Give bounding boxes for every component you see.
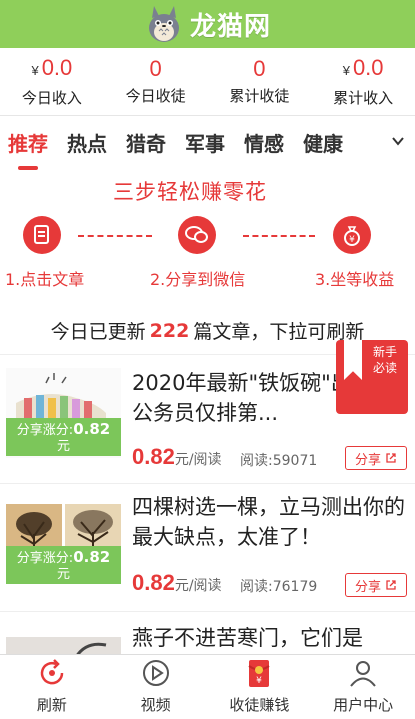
refresh-icon bbox=[35, 656, 69, 690]
nav-label: 收徒赚钱 bbox=[229, 696, 290, 714]
newbie-guide-label: 新手必读 bbox=[372, 345, 397, 375]
tab-curious[interactable]: 猎奇 bbox=[126, 116, 166, 172]
article-title[interactable]: 燕子不进苦寒门，它们是 bbox=[132, 623, 407, 653]
svg-text:¥: ¥ bbox=[349, 235, 355, 245]
document-icon bbox=[23, 216, 61, 254]
stat-total-apprentices[interactable]: 0 累计收徒 bbox=[208, 48, 312, 115]
article-item[interactable]: 分享涨分:0.82 元 四棵树选一棵，立马测出你的最大缺点，太准了！ 0.82元/… bbox=[0, 484, 415, 612]
stat-today-income[interactable]: ¥0.0 今日收入 bbox=[0, 48, 104, 115]
stat-total-income[interactable]: ¥0.0 累计收入 bbox=[311, 48, 415, 115]
article-price: 0.82元/阅读 bbox=[132, 444, 222, 470]
article-read-count: 阅读:76179 bbox=[240, 579, 318, 595]
money-bag-icon: ¥ bbox=[333, 216, 371, 254]
price-unit: 元/阅读 bbox=[174, 452, 222, 468]
tab-emotion[interactable]: 情感 bbox=[244, 116, 284, 172]
nav-label: 用户中心 bbox=[333, 696, 394, 714]
stat-label: 今日收入 bbox=[21, 88, 82, 107]
share-icon bbox=[386, 580, 396, 590]
stat-today-apprentices[interactable]: 0 今日收徒 bbox=[104, 48, 208, 115]
svg-text:¥: ¥ bbox=[257, 676, 263, 686]
article-read-count: 阅读:59071 bbox=[240, 453, 318, 469]
three-steps-promo: 三步轻松赚零花 ¥ 1.点击文章 2.分享到微信 3.坐等收益 bbox=[0, 172, 415, 307]
share-icon bbox=[386, 453, 396, 463]
category-tabs: 推荐 热点 猎奇 军事 情感 健康 bbox=[0, 116, 415, 172]
share-button-label: 分享 bbox=[354, 579, 381, 595]
step-3-label: 3.坐等收益 bbox=[315, 270, 395, 289]
nav-recruit-earn[interactable]: ¥ 收徒赚钱 bbox=[208, 655, 312, 719]
share-bonus-unit: 元 bbox=[56, 567, 70, 582]
stat-label: 累计收入 bbox=[333, 88, 394, 107]
nav-video[interactable]: 视频 bbox=[104, 655, 208, 719]
bookmark-icon bbox=[344, 340, 362, 380]
nav-refresh[interactable]: 刷新 bbox=[0, 655, 104, 719]
step-2-label: 2.分享到微信 bbox=[150, 270, 246, 289]
tab-military[interactable]: 军事 bbox=[185, 116, 225, 172]
currency-symbol: ¥ bbox=[342, 62, 350, 78]
share-button[interactable]: 分享 bbox=[345, 573, 407, 597]
stat-value: 0.0 bbox=[41, 54, 73, 80]
tab-health[interactable]: 健康 bbox=[303, 116, 343, 172]
price-unit: 元/阅读 bbox=[174, 578, 222, 594]
stat-label: 累计收徒 bbox=[229, 87, 290, 105]
red-envelope-icon: ¥ bbox=[242, 656, 276, 690]
bottom-navigation: 刷新 视频 ¥ 收徒赚钱 用户中心 bbox=[0, 654, 415, 719]
tab-recommended[interactable]: 推荐 bbox=[8, 116, 48, 172]
share-bonus-value: 0.82 bbox=[73, 548, 111, 566]
share-bonus-unit: 元 bbox=[56, 439, 70, 454]
currency-symbol: ¥ bbox=[31, 62, 39, 78]
app-header: 龙猫网 bbox=[0, 0, 415, 48]
play-icon bbox=[139, 656, 173, 690]
share-bonus-prefix: 分享涨分: bbox=[16, 423, 74, 438]
chevron-down-icon[interactable] bbox=[391, 134, 405, 148]
share-bonus-badge: 分享涨分:0.82 元 bbox=[6, 418, 121, 456]
article-title[interactable]: 四棵树选一棵，立马测出你的最大缺点，太准了！ bbox=[132, 492, 407, 552]
newbie-guide-tag[interactable]: 新手必读 bbox=[336, 340, 408, 414]
promo-title: 三步轻松赚零花 bbox=[113, 180, 267, 204]
share-bonus-value: 0.82 bbox=[73, 420, 111, 438]
tab-hot[interactable]: 热点 bbox=[67, 116, 107, 172]
share-button[interactable]: 分享 bbox=[345, 446, 407, 470]
app-logo: 龙猫网 bbox=[144, 4, 271, 44]
app-logo-text: 龙猫网 bbox=[189, 11, 271, 42]
totoro-logo-icon bbox=[148, 6, 179, 42]
article-price: 0.82元/阅读 bbox=[132, 570, 222, 596]
stat-value: 0.0 bbox=[352, 54, 384, 80]
step-connector bbox=[243, 235, 315, 237]
earnings-stats: ¥0.0 今日收入 0 今日收徒 0 累计收徒 ¥0.0 累计收入 bbox=[0, 48, 415, 116]
step-1-label: 1.点击文章 bbox=[5, 270, 85, 289]
nav-label: 视频 bbox=[140, 696, 171, 714]
share-bonus-prefix: 分享涨分: bbox=[16, 551, 74, 566]
stat-value: 0 bbox=[149, 56, 162, 81]
stat-label: 今日收徒 bbox=[125, 87, 186, 105]
price-amount: 0.82 bbox=[132, 570, 175, 595]
notice-prefix: 今日已更新 bbox=[50, 321, 146, 343]
nav-user-center[interactable]: 用户中心 bbox=[311, 655, 415, 719]
nav-label: 刷新 bbox=[36, 696, 67, 714]
step-connector bbox=[78, 235, 152, 237]
notice-count: 222 bbox=[149, 319, 190, 342]
user-icon bbox=[346, 656, 380, 690]
share-bonus-badge: 分享涨分:0.82 元 bbox=[6, 546, 121, 584]
stat-value: 0 bbox=[253, 56, 266, 81]
price-amount: 0.82 bbox=[132, 444, 175, 469]
wechat-icon bbox=[178, 216, 216, 254]
share-button-label: 分享 bbox=[354, 452, 381, 468]
